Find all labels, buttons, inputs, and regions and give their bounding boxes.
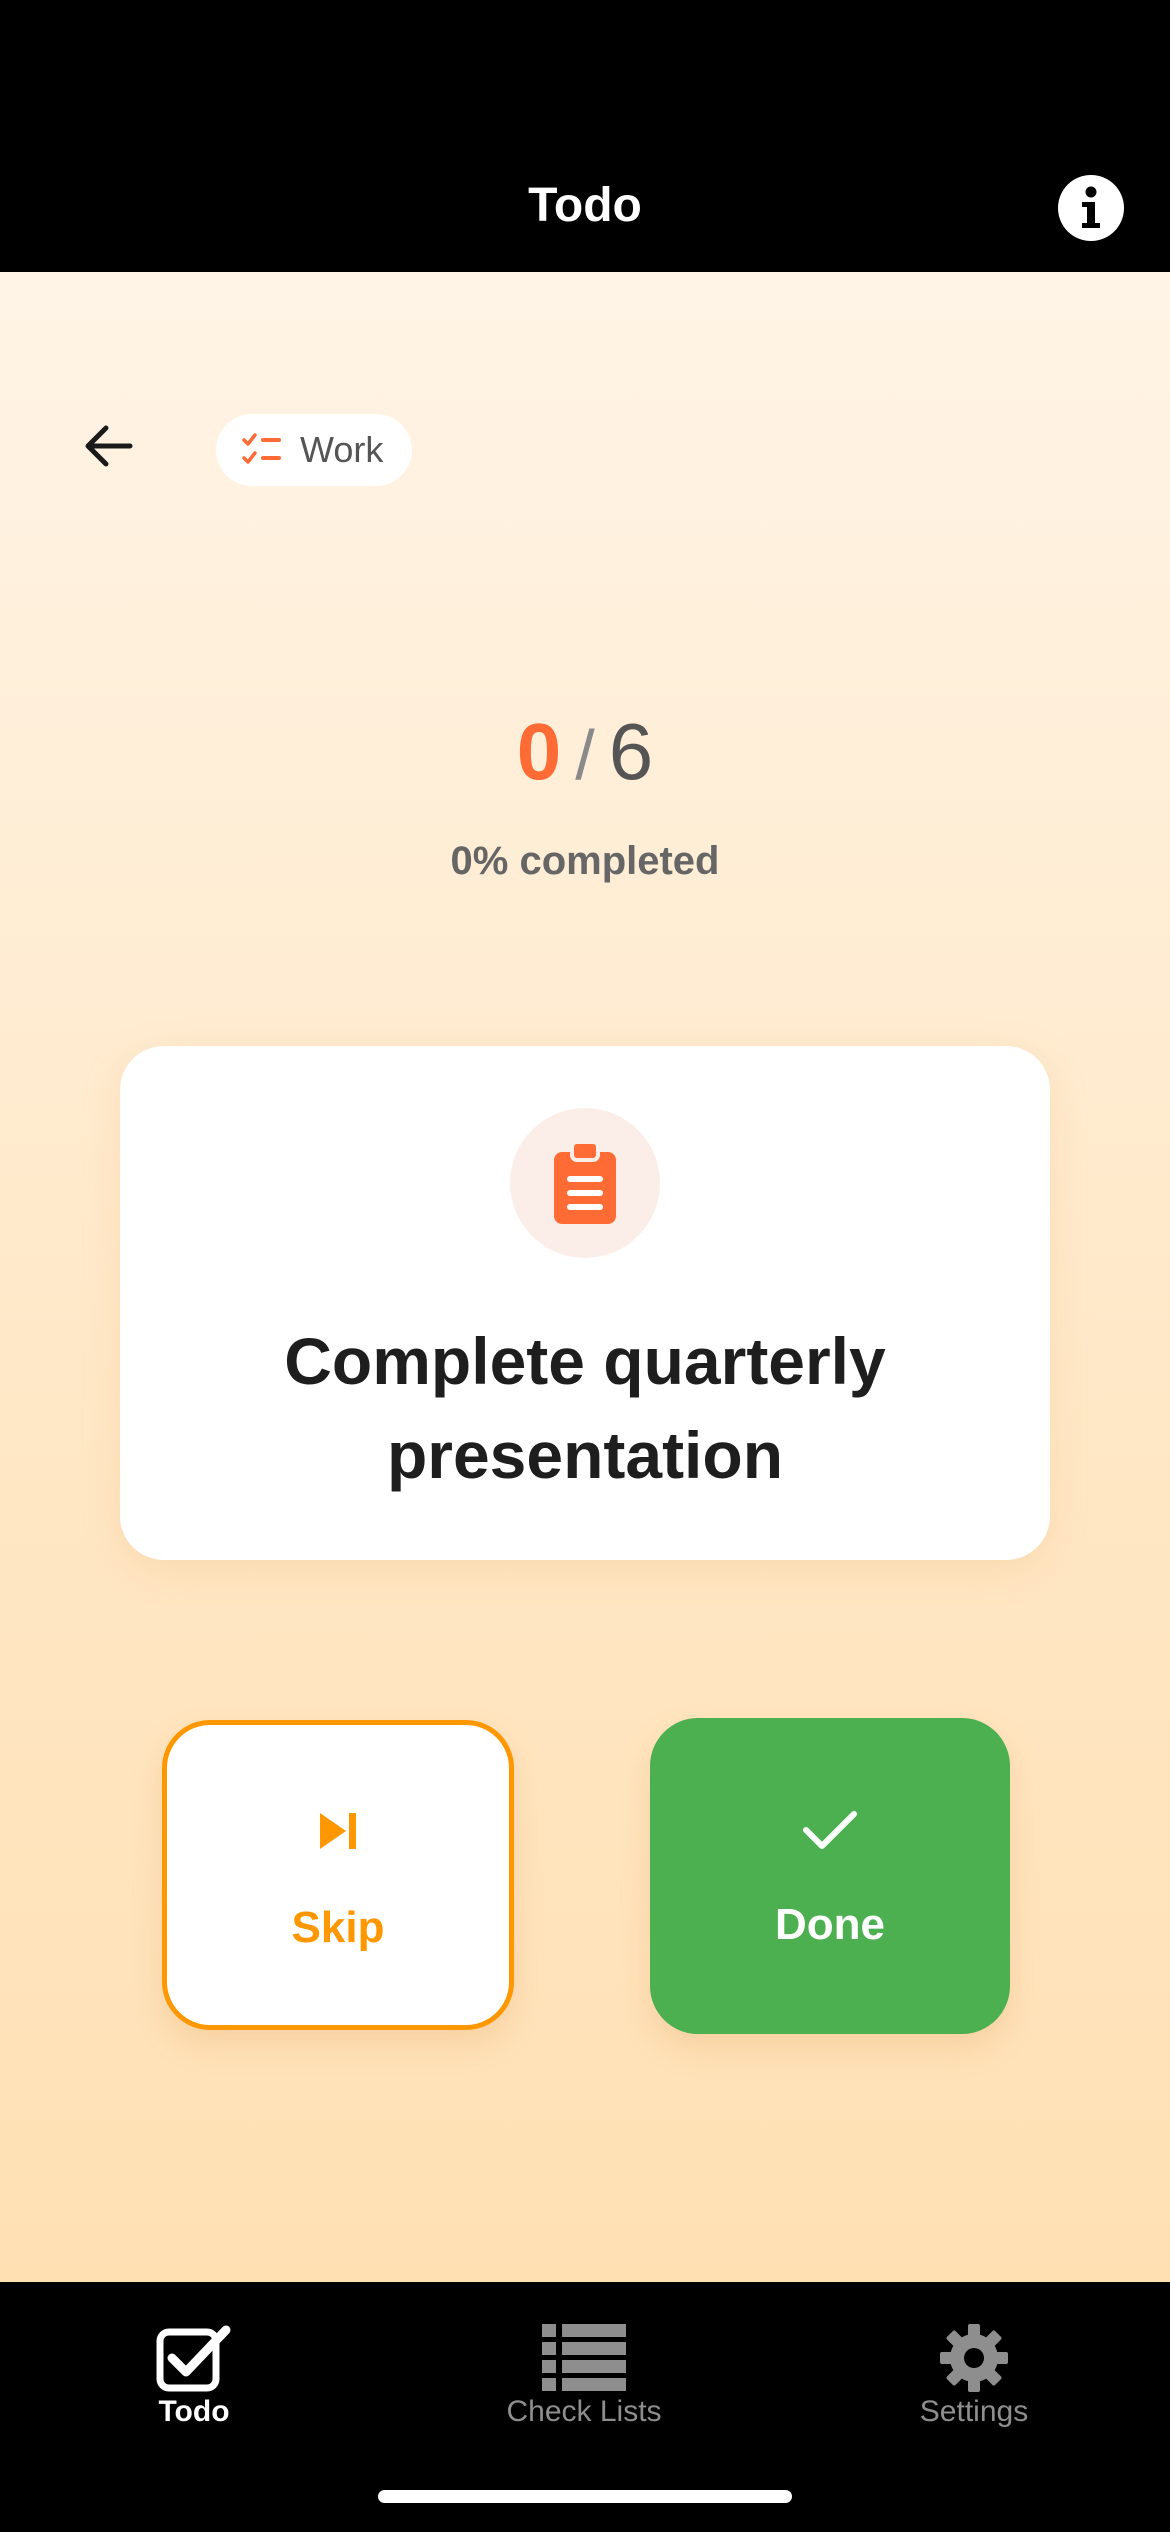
tab-todo[interactable]: Todo xyxy=(44,2302,344,2442)
app-screen: Todo Work 0/6 0% completed Complete quar… xyxy=(0,0,1170,2532)
category-label: Work xyxy=(300,429,384,470)
completed-count: 0 xyxy=(516,707,562,796)
back-button[interactable] xyxy=(78,414,142,478)
done-button[interactable]: Done xyxy=(650,1718,1010,2034)
clipboard-icon xyxy=(554,1140,616,1224)
tab-label: Check Lists xyxy=(506,2395,662,2428)
arrow-left-icon xyxy=(85,425,133,467)
tab-settings[interactable]: Settings xyxy=(824,2302,1124,2442)
percent-completed: 0% completed xyxy=(450,839,720,883)
tab-label: Settings xyxy=(919,2395,1029,2428)
tab-check-lists[interactable]: Check Lists xyxy=(434,2302,734,2442)
task-icon-badge xyxy=(510,1108,660,1258)
main-content: Work 0/6 0% completed Complete quarterly… xyxy=(0,272,1170,2282)
skip-button[interactable]: Skip xyxy=(162,1720,514,2030)
count-separator: / xyxy=(575,716,595,794)
task-card: Complete quarterly presentation xyxy=(120,1046,1050,1560)
tab-bar: Todo Check Lists Settings xyxy=(0,2282,1170,2532)
tab-label: Todo xyxy=(158,2395,230,2428)
checklist-icon xyxy=(242,433,281,464)
progress-counter: 0/6 xyxy=(0,702,1170,805)
info-icon xyxy=(1082,186,1100,228)
home-indicator[interactable] xyxy=(378,2490,792,2503)
checkbox-icon xyxy=(156,2325,231,2392)
total-count: 6 xyxy=(608,707,654,796)
done-label: Done xyxy=(775,1900,885,1949)
skip-label: Skip xyxy=(291,1903,385,1952)
category-chip[interactable]: Work xyxy=(216,414,412,486)
top-bar: Todo xyxy=(0,0,1170,272)
checkmark-icon xyxy=(803,1811,857,1849)
page-title: Todo xyxy=(528,179,642,232)
list-icon xyxy=(542,2324,626,2391)
info-button[interactable] xyxy=(1058,175,1124,241)
gear-icon xyxy=(940,2324,1008,2392)
skip-next-icon xyxy=(320,1813,356,1849)
task-title: Complete quarterly presentation xyxy=(284,1324,886,1492)
